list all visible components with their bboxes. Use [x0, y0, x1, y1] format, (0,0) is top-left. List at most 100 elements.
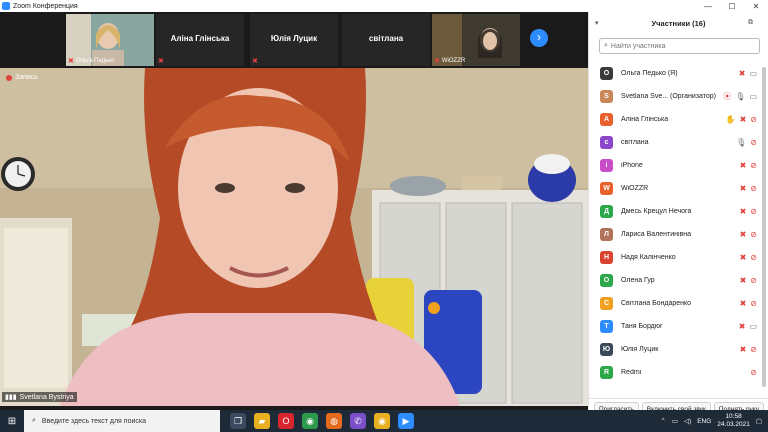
mic-muted-icon[interactable]: ✖	[739, 322, 746, 331]
raised-hand-icon: ✋	[725, 115, 736, 124]
participant-status-icons: ✖ ⊘	[719, 276, 761, 285]
opera-icon[interactable]: O	[278, 413, 294, 429]
participant-row[interactable]: i iPhone ✖ ⊘	[589, 154, 761, 177]
task-view-icon[interactable]: ❐	[230, 413, 246, 429]
viber-icon[interactable]: ✆	[350, 413, 366, 429]
mic-muted-icon[interactable]: ✖	[740, 115, 747, 124]
participant-row[interactable]: А Аліна Глінська ✋ ✖ ⊘	[589, 108, 761, 131]
mic-on-icon[interactable]: 🎙	[735, 92, 745, 101]
search-icon: ⌕	[32, 417, 36, 424]
tray-chevron-icon[interactable]: ⌃	[660, 417, 665, 425]
avatar: с	[600, 136, 613, 149]
notifications-icon[interactable]: ▢	[756, 417, 762, 425]
file-explorer-icon[interactable]: ▰	[254, 413, 270, 429]
camera-off-icon[interactable]: ⊘	[750, 276, 757, 285]
close-button[interactable]: ✕	[744, 2, 768, 11]
participant-row[interactable]: О Олена Гур ✖ ⊘	[589, 269, 761, 292]
participant-row[interactable]: W WiOZZR ✖ ⊘	[589, 177, 761, 200]
camera-off-icon[interactable]: ⊘	[750, 115, 757, 124]
camera-off-icon[interactable]: ⊘	[750, 207, 757, 216]
panel-header: ▾ Участники (16) ⧉	[589, 12, 768, 34]
participant-row[interactable]: R Redmi ⊘	[589, 361, 761, 384]
participants-scrollbar[interactable]	[762, 67, 766, 387]
participant-search-input[interactable]	[610, 42, 751, 50]
firefox-icon[interactable]: ◍	[326, 413, 342, 429]
mic-muted-icon[interactable]: ✖	[740, 161, 747, 170]
participant-row[interactable]: О Ольга Педько (Я) ✖ ▭	[589, 62, 761, 85]
participant-row[interactable]: с світлана 🎙 ⊘	[589, 131, 761, 154]
taskbar-search-placeholder: Введите здесь текст для поиска	[41, 417, 146, 425]
video-area: ✖ Ольга Педько Аліна Глінська ✖ Юлія Луц…	[0, 12, 588, 420]
maximize-button[interactable]: ☐	[720, 2, 744, 11]
minimize-button[interactable]: —	[696, 2, 720, 11]
camera-off-icon[interactable]: ⊘	[750, 345, 757, 354]
avatar: С	[600, 297, 613, 310]
camera-on-icon[interactable]: ▭	[749, 92, 757, 101]
taskbar-apps: ❐ ▰ O ◉ ◍ ✆ ◉ ▶	[230, 413, 414, 429]
camera-off-icon[interactable]: ⊘	[750, 299, 757, 308]
participant-status-icons: ✖ ⊘	[719, 161, 761, 170]
participant-status-icons: ✋ ✖ ⊘	[719, 115, 761, 124]
participant-row[interactable]: С Світлана Бондаренко ✖ ⊘	[589, 292, 761, 315]
camera-off-icon[interactable]: ⊘	[750, 230, 757, 239]
participant-row[interactable]: S Svetlana Sve... (Организатор) ⦿ 🎙 ▭	[589, 85, 761, 108]
mic-muted-icon[interactable]: ✖	[740, 345, 747, 354]
participant-name: Redmi	[621, 369, 642, 376]
speaker-name-label: ▮▮▮ Svetlana Bystriyа	[2, 392, 77, 402]
search-icon: ⌕	[604, 42, 608, 49]
mic-muted-icon[interactable]: ✖	[740, 207, 747, 216]
avatar: О	[600, 274, 613, 287]
participant-row[interactable]: Т Таня Бордюг ✖ ▭	[589, 315, 761, 338]
mic-on-icon[interactable]: 🎙	[736, 138, 746, 147]
language-indicator[interactable]: ENG	[697, 418, 711, 425]
video-tile[interactable]: ✖ Ольга Педько	[66, 14, 154, 66]
participant-status-icons: ✖ ▭	[719, 69, 761, 78]
name-tile[interactable]: Аліна Глінська ✖	[156, 14, 244, 66]
avatar: W	[600, 182, 613, 195]
participant-row[interactable]: Л Лариса Валентинівна ✖ ⊘	[589, 223, 761, 246]
participant-status-icons: ✖ ⊘	[719, 345, 761, 354]
mic-muted-icon[interactable]: ✖	[740, 299, 747, 308]
participant-search[interactable]: ⌕	[599, 38, 760, 54]
camera-off-icon[interactable]: ⊘	[750, 368, 757, 377]
participant-name: Svetlana Sve... (Организатор)	[621, 93, 716, 100]
participant-status-icons: ✖ ⊘	[719, 230, 761, 239]
mic-muted-icon[interactable]: ✖	[740, 184, 747, 193]
video-tile[interactable]: ✖ WiOZZR	[432, 14, 520, 66]
participant-row[interactable]: Ю Юлія Луцик ✖ ⊘	[589, 338, 761, 361]
collapse-chevron-icon[interactable]: ▾	[595, 19, 609, 27]
avatar: А	[600, 113, 613, 126]
mic-muted-icon[interactable]: ✖	[740, 230, 747, 239]
camera-on-icon[interactable]: ▭	[749, 322, 757, 331]
camera-off-icon[interactable]: ⊘	[750, 161, 757, 170]
recording-indicator: Запись	[6, 74, 38, 81]
tile-label: ✖ WiOZZR	[434, 58, 466, 65]
mic-muted-icon[interactable]: ✖	[739, 69, 746, 78]
chrome-icon[interactable]: ◉	[302, 413, 318, 429]
volume-icon[interactable]: ◁)	[684, 417, 691, 425]
network-icon[interactable]: ▭	[672, 417, 678, 425]
clock[interactable]: 10:58 24.03.2021	[717, 413, 750, 429]
participant-name: Ольга Педько (Я)	[621, 70, 678, 77]
camera-off-icon[interactable]: ⊘	[750, 184, 757, 193]
camera-off-icon[interactable]: ⊘	[750, 253, 757, 262]
name-tile[interactable]: світлана	[342, 14, 430, 66]
participant-row[interactable]: Н Надя Калінченко ✖ ⊘	[589, 246, 761, 269]
mic-muted-icon: ✖	[158, 58, 164, 65]
mic-muted-icon[interactable]: ✖	[740, 276, 747, 285]
participant-row[interactable]: Д Дмесь Крецул Нечога ✖ ⊘	[589, 200, 761, 223]
name-tile[interactable]: Юлія Луцик ✖	[250, 14, 338, 66]
start-button[interactable]: ⊞	[0, 416, 24, 427]
camera-off-icon[interactable]: ⊘	[750, 138, 757, 147]
avatar: Л	[600, 228, 613, 241]
chrome-canary-icon[interactable]: ◉	[374, 413, 390, 429]
mic-muted-icon[interactable]: ✖	[740, 253, 747, 262]
recording-icon: ⦿	[723, 92, 732, 101]
zoom-app-icon[interactable]: ▶	[398, 413, 414, 429]
window-titlebar: Zoom Конференция — ☐ ✕	[0, 0, 768, 12]
taskbar-search[interactable]: ⌕ Введите здесь текст для поиска	[24, 410, 220, 432]
camera-on-icon[interactable]: ▭	[749, 69, 757, 78]
participant-name: WiOZZR	[621, 185, 649, 192]
popout-icon[interactable]: ⧉	[748, 19, 762, 27]
next-page-button[interactable]: ›	[530, 29, 548, 47]
